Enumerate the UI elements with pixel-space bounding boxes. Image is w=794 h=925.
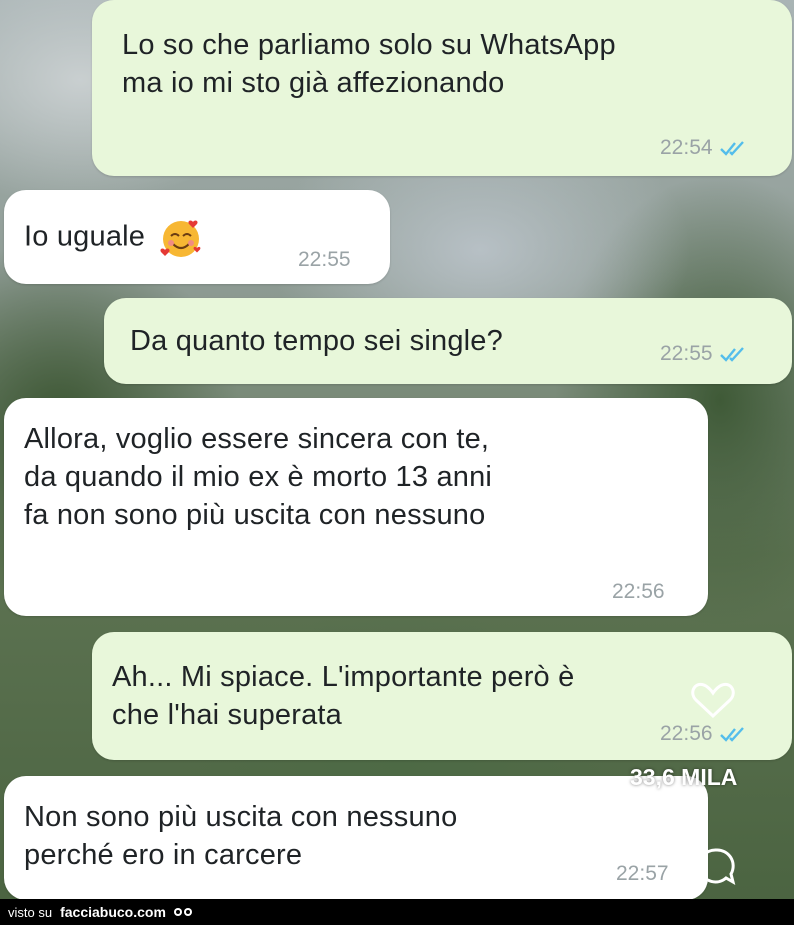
message-time: 22:55 xyxy=(660,342,713,365)
message-time: 22:54 xyxy=(660,136,713,159)
message-line: Lo so che parliamo solo su WhatsApp xyxy=(122,29,616,61)
message-line: Ah... Mi spiace. L'importante però è xyxy=(112,661,575,693)
message-text: Ah... Mi spiace. L'importante però è che… xyxy=(112,658,574,734)
message-meta: 22:54 xyxy=(660,136,749,160)
message-meta: 22:57 xyxy=(616,862,669,886)
message-meta: 22:56 xyxy=(660,722,749,746)
heart-icon[interactable] xyxy=(690,680,736,720)
comment-icon[interactable] xyxy=(696,846,736,886)
message-time: 22:56 xyxy=(660,722,713,745)
view-count: 33,6 MILA xyxy=(630,764,738,790)
message-text: Io uguale xyxy=(24,216,203,260)
message-line: perché ero in carcere xyxy=(24,839,303,871)
message-line: da quando il mio ex è morto 13 anni xyxy=(24,461,493,493)
message-meta: 22:56 xyxy=(612,580,665,604)
message-line: Io uguale xyxy=(24,220,146,253)
message-line: che l'hai superata xyxy=(112,699,343,731)
message-time: 22:56 xyxy=(612,580,665,603)
read-ticks-icon xyxy=(719,727,744,742)
message-text: Non sono più uscita con nessuno perché e… xyxy=(24,798,457,874)
message-text: Lo so che parliamo solo su WhatsApp ma i… xyxy=(122,26,616,102)
message-line: fa non sono più uscita con nessuno xyxy=(24,499,486,531)
message-time: 22:55 xyxy=(298,248,351,271)
message-meta: 22:55 xyxy=(298,248,351,272)
message-text: Da quanto tempo sei single? xyxy=(130,322,503,360)
read-ticks-icon xyxy=(719,141,744,156)
message-line: Allora, voglio essere sincera con te, xyxy=(24,423,490,455)
footer-prefix: visto su xyxy=(8,904,53,920)
message-line: Da quanto tempo sei single? xyxy=(130,325,503,357)
eyes-logo-icon xyxy=(173,908,192,916)
message-line: ma io mi sto già affezionando xyxy=(122,67,505,99)
watermark-footer: visto su facciabuco.com xyxy=(0,899,794,925)
smiling-face-with-hearts-icon xyxy=(160,220,201,257)
message-text: Allora, voglio essere sincera con te, da… xyxy=(24,420,492,534)
message-meta: 22:55 xyxy=(660,342,749,366)
message-line: Non sono più uscita con nessuno xyxy=(24,801,458,833)
footer-site[interactable]: facciabuco.com xyxy=(60,904,166,920)
read-ticks-icon xyxy=(719,347,744,362)
message-time: 22:57 xyxy=(616,862,669,885)
